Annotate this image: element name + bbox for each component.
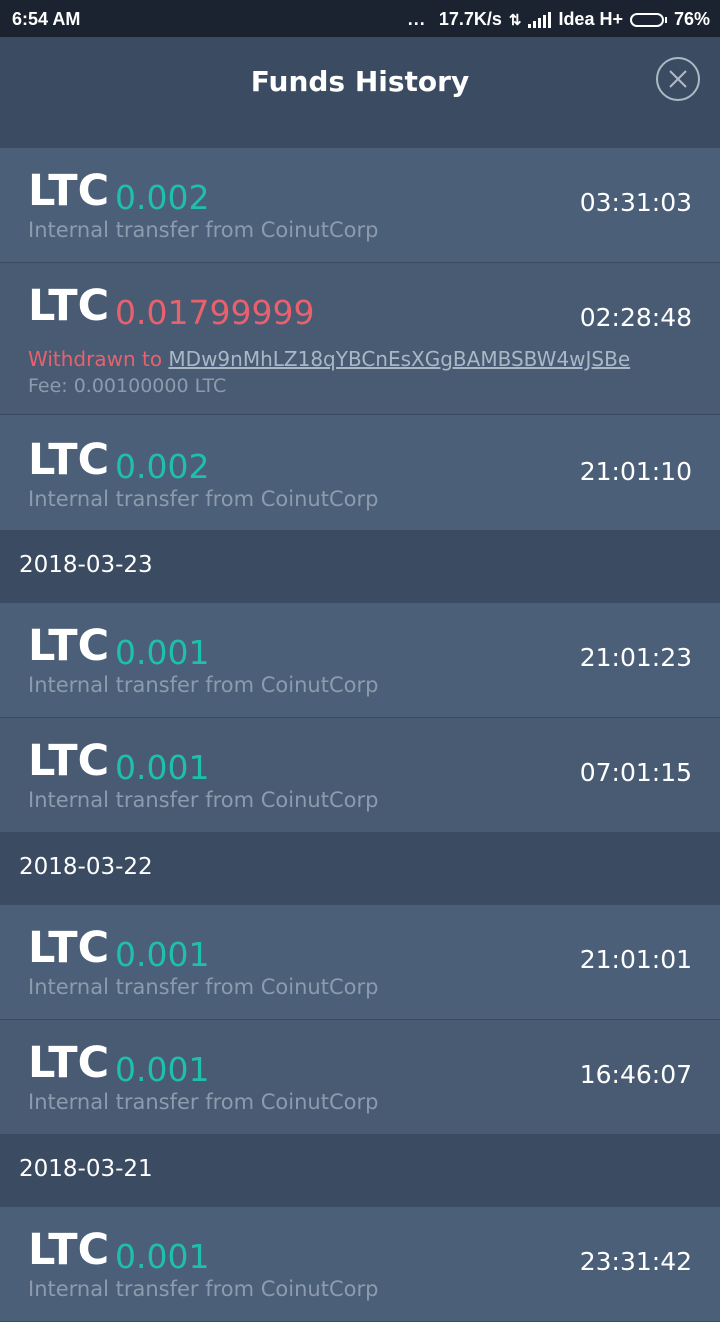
page-title: Funds History <box>250 65 470 98</box>
coin-symbol: LTC <box>28 1225 110 1275</box>
amount-value: 0.01799999 <box>115 293 315 332</box>
transaction-row[interactable]: LTC 0.001 Internal transfer from CoinutC… <box>0 603 720 718</box>
transaction-description: Internal transfer from CoinutCorp <box>28 788 379 812</box>
transaction-time: 21:01:10 <box>579 457 692 486</box>
transaction-row[interactable]: LTC 0.001 Internal transfer from CoinutC… <box>0 1207 720 1322</box>
transaction-description: Internal transfer from CoinutCorp <box>28 1090 379 1114</box>
coin-symbol: LTC <box>28 1038 110 1088</box>
status-right-cluster: ... 17.7K/s ⇅ Idea H+ 76% <box>408 9 710 30</box>
amount-value: 0.002 <box>115 447 210 486</box>
carrier-label: Idea H+ <box>558 9 623 29</box>
more-dots: ... <box>407 9 426 29</box>
transaction-time: 21:01:23 <box>579 643 692 672</box>
close-button[interactable] <box>656 57 700 101</box>
fee-text: Fee: 0.00100000 LTC <box>28 375 227 397</box>
transaction-description: Internal transfer from CoinutCorp <box>28 673 379 697</box>
amount-value: 0.001 <box>115 633 210 672</box>
battery-icon <box>629 12 667 27</box>
transaction-description: Internal transfer from CoinutCorp <box>28 1277 379 1301</box>
transaction-time: 02:28:48 <box>579 303 692 332</box>
transaction-time: 07:01:15 <box>579 758 692 787</box>
date-label: 2018-03-21 <box>19 1156 153 1182</box>
date-label: 2018-03-23 <box>19 552 153 578</box>
withdrawn-label: Withdrawn to <box>28 347 163 371</box>
amount-value: 0.002 <box>115 178 210 217</box>
withdrawal-address-link[interactable]: MDw9nMhLZ18qYBCnEsXGgBAMBSBW4wJSBe <box>168 347 630 371</box>
amount-value: 0.001 <box>115 935 210 974</box>
transaction-row[interactable]: LTC 0.002 Internal transfer from CoinutC… <box>0 415 720 531</box>
withdrawal-info: Withdrawn to MDw9nMhLZ18qYBCnEsXGgBAMBSB… <box>28 347 630 371</box>
transaction-time: 16:46:07 <box>579 1060 692 1089</box>
signal-icon <box>528 11 552 28</box>
status-bar: 6:54 AM ... 17.7K/s ⇅ Idea H+ 76% <box>0 0 720 37</box>
coin-symbol: LTC <box>28 281 110 331</box>
transaction-row[interactable]: LTC 0.001 Internal transfer from CoinutC… <box>0 905 720 1020</box>
transaction-time: 21:01:01 <box>579 945 692 974</box>
amount-value: 0.001 <box>115 1237 210 1276</box>
coin-symbol: LTC <box>28 435 110 485</box>
date-label: 2018-03-22 <box>19 854 153 880</box>
coin-symbol: LTC <box>28 166 110 216</box>
transaction-time: 03:31:03 <box>579 188 692 217</box>
transaction-row[interactable]: LTC 0.01799999 02:28:48 Withdrawn to MDw… <box>0 263 720 415</box>
app-header: Funds History <box>0 37 720 148</box>
transaction-time: 23:31:42 <box>579 1247 692 1276</box>
transaction-row[interactable]: LTC 0.002 Internal transfer from CoinutC… <box>0 148 720 263</box>
transaction-description: Internal transfer from CoinutCorp <box>28 487 379 511</box>
date-header: 2018-03-22 <box>0 833 720 905</box>
amount-value: 0.001 <box>115 1050 210 1089</box>
transaction-description: Internal transfer from CoinutCorp <box>28 218 379 242</box>
transaction-description: Internal transfer from CoinutCorp <box>28 975 379 999</box>
coin-symbol: LTC <box>28 923 110 973</box>
date-header: 2018-03-23 <box>0 531 720 603</box>
date-header: 2018-03-21 <box>0 1135 720 1207</box>
amount-value: 0.001 <box>115 748 210 787</box>
coin-symbol: LTC <box>28 621 110 671</box>
data-activity-icon: ⇅ <box>508 11 522 29</box>
coin-symbol: LTC <box>28 736 110 786</box>
transaction-row[interactable]: LTC 0.001 Internal transfer from CoinutC… <box>0 718 720 833</box>
status-time: 6:54 AM <box>12 9 81 29</box>
funds-history-list[interactable]: LTC 0.002 Internal transfer from CoinutC… <box>0 148 720 1322</box>
battery-percent: 76% <box>673 9 710 29</box>
network-speed: 17.7K/s <box>438 9 502 29</box>
transaction-row[interactable]: LTC 0.001 Internal transfer from CoinutC… <box>0 1020 720 1135</box>
close-icon <box>669 70 687 88</box>
